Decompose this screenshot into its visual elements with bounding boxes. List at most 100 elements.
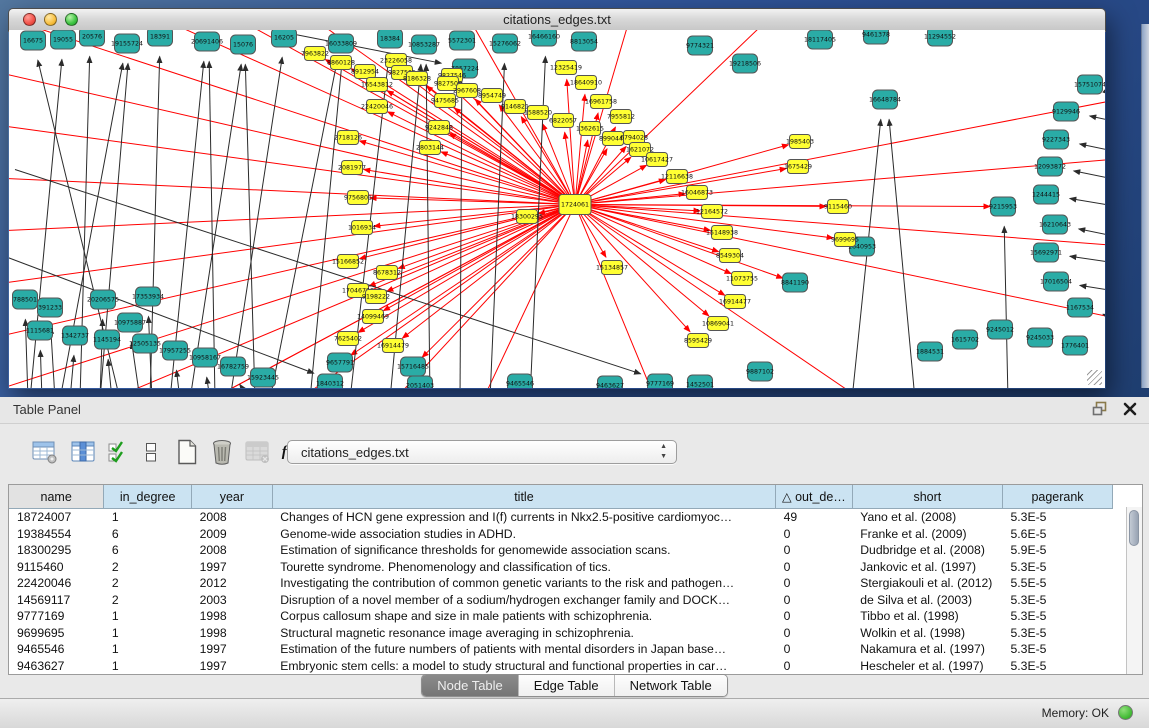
network-node-yellow[interactable]: 2718126 — [334, 131, 362, 145]
table-cell[interactable]: 0 — [776, 658, 853, 675]
network-node-teal[interactable]: 9215953 — [989, 197, 1017, 216]
table-cell[interactable]: 2 — [104, 592, 192, 609]
network-node-teal[interactable]: 15751074 — [1074, 75, 1105, 94]
network-node-yellow[interactable]: 7625402 — [334, 332, 362, 346]
network-node-yellow[interactable]: 6822057 — [549, 114, 577, 128]
table-cell[interactable]: 1 — [104, 625, 192, 642]
table-cell[interactable]: 1 — [104, 658, 192, 675]
network-node-yellow[interactable]: 12164572 — [696, 205, 728, 219]
network-node-teal[interactable]: 12505135 — [129, 334, 161, 353]
table-row[interactable]: 1830029562008Estimation of significance … — [9, 542, 1113, 559]
network-node-yellow[interactable]: 9198222 — [362, 290, 390, 304]
scrollbar-thumb[interactable] — [1129, 510, 1139, 546]
network-node-teal[interactable]: 20691406 — [191, 32, 223, 51]
network-node-yellow[interactable]: 9699695 — [831, 233, 859, 247]
network-node-teal[interactable]: 18117405 — [804, 30, 836, 49]
table-cell[interactable]: Nakamura et al. (1997) — [852, 641, 1002, 658]
table-row[interactable]: 946554611997Estimation of the future num… — [9, 641, 1113, 658]
column-header-pagerank[interactable]: pagerank — [1003, 485, 1113, 509]
network-node-teal[interactable]: 15716485 — [397, 357, 429, 376]
table-cell[interactable]: Jankovic et al. (1997) — [852, 559, 1002, 576]
network-node-teal[interactable]: 18391 — [148, 30, 173, 46]
select-columns-button[interactable] — [104, 438, 134, 466]
table-select[interactable]: citations_edges.txt ▲▼ — [287, 440, 677, 464]
network-node-yellow[interactable]: 9115460 — [824, 200, 852, 214]
table-cell[interactable]: 5.3E-5 — [1003, 608, 1113, 625]
table-cell[interactable]: 5.3E-5 — [1003, 641, 1113, 658]
table-cell[interactable]: de Silva et al. (2003) — [852, 592, 1002, 609]
table-cell[interactable]: 1997 — [192, 658, 273, 675]
network-node-teal[interactable]: 9465546 — [506, 374, 534, 388]
network-node-teal[interactable]: 1776401 — [1061, 336, 1089, 355]
network-node-teal[interactable]: 15692971 — [1030, 243, 1062, 262]
table-cell[interactable]: 1998 — [192, 625, 273, 642]
table-cell[interactable]: 2008 — [192, 509, 273, 526]
network-node-yellow[interactable]: 8678312 — [373, 266, 401, 280]
table-settings-button[interactable] — [30, 438, 60, 466]
column-header-year[interactable]: year — [192, 485, 273, 509]
table-cell[interactable]: Estimation of significance thresholds fo… — [272, 542, 775, 559]
network-node-teal[interactable]: 2051403 — [406, 376, 434, 388]
network-node-teal[interactable]: 17957255 — [159, 341, 191, 360]
network-node-yellow[interactable]: 12325419 — [550, 61, 582, 75]
table-cell[interactable]: 1997 — [192, 641, 273, 658]
network-node-yellow[interactable]: 2081977 — [338, 161, 366, 175]
table-cell[interactable]: 9463627 — [9, 658, 104, 675]
table-cell[interactable]: 5.3E-5 — [1003, 592, 1113, 609]
network-node-teal[interactable]: 5572301 — [448, 31, 476, 50]
network-node-yellow[interactable]: 15166852 — [332, 255, 364, 269]
table-cell[interactable]: 18300295 — [9, 542, 104, 559]
network-node-yellow[interactable]: 18640910 — [570, 76, 602, 90]
table-cell[interactable]: 2 — [104, 559, 192, 576]
table-row[interactable]: 1872400712008Changes of HCN gene express… — [9, 509, 1113, 526]
network-node-teal[interactable]: 15076 — [231, 35, 256, 54]
network-node-yellow[interactable]: 9242848 — [425, 121, 453, 135]
network-node-yellow[interactable]: 1588520 — [524, 106, 552, 120]
network-node-teal[interactable]: 17353934 — [132, 287, 164, 306]
tab-node-table[interactable]: Node Table — [422, 675, 518, 696]
network-node-teal[interactable]: 12093872 — [1034, 157, 1066, 176]
float-panel-icon[interactable] — [1092, 401, 1109, 416]
table-cell[interactable]: 0 — [776, 526, 853, 543]
table-cell[interactable]: Hescheler et al. (1997) — [852, 658, 1002, 675]
table-cell[interactable]: Tourette syndrome. Phenomenology and cla… — [272, 559, 775, 576]
network-node-yellow[interactable]: 7963822 — [301, 47, 329, 61]
table-cell[interactable]: Wolkin et al. (1998) — [852, 625, 1002, 642]
network-node-teal[interactable]: 17016504 — [1040, 272, 1072, 291]
memory-ok-indicator[interactable] — [1118, 705, 1133, 720]
row-height-button[interactable] — [136, 438, 166, 466]
column-header-in_degree[interactable]: in_degree — [104, 485, 192, 509]
table-cell[interactable]: 0 — [776, 575, 853, 592]
network-node-teal[interactable]: 11294552 — [924, 30, 956, 46]
table-cell[interactable]: 2 — [104, 575, 192, 592]
network-node-teal[interactable]: 9657791 — [326, 353, 354, 372]
network-node-yellow[interactable]: 10869041 — [702, 317, 734, 331]
table-cell[interactable]: Stergiakouli et al. (2012) — [852, 575, 1002, 592]
table-cell[interactable]: 0 — [776, 625, 853, 642]
table-cell[interactable]: Estimation of the future numbers of pati… — [272, 641, 775, 658]
table-cell[interactable]: 2003 — [192, 592, 273, 609]
table-cell[interactable]: Yano et al. (2008) — [852, 509, 1002, 526]
tab-network-table[interactable]: Network Table — [614, 675, 727, 696]
table-cell[interactable]: 2012 — [192, 575, 273, 592]
table-cell[interactable]: 14569117 — [9, 592, 104, 609]
table-cell[interactable]: 9777169 — [9, 608, 104, 625]
table-cell[interactable]: 5.3E-5 — [1003, 509, 1113, 526]
network-node-teal[interactable]: 391233 — [38, 298, 63, 317]
network-node-teal[interactable]: 15923445 — [247, 368, 279, 387]
network-node-teal[interactable]: 19218506 — [729, 54, 761, 73]
column-header-out_de[interactable]: △ out_de… — [776, 485, 853, 509]
network-node-teal[interactable]: 16210643 — [1039, 215, 1071, 234]
table-cell[interactable]: 1998 — [192, 608, 273, 625]
table-scrollbar[interactable] — [1126, 507, 1142, 674]
network-node-teal[interactable]: 19055 — [51, 30, 76, 49]
network-node-teal[interactable]: 16675 — [21, 31, 46, 50]
network-node-teal[interactable]: 9129946 — [1052, 102, 1080, 121]
table-cell[interactable]: Genome-wide association studies in ADHD. — [272, 526, 775, 543]
create-table-button[interactable] — [172, 438, 202, 466]
table-row[interactable]: 946362711997Embryonic stem cells: a mode… — [9, 658, 1113, 675]
table-cell[interactable]: 5.9E-5 — [1003, 542, 1113, 559]
table-cell[interactable]: Changes of HCN gene expression and I(f) … — [272, 509, 775, 526]
table-cell[interactable]: 9699695 — [9, 625, 104, 642]
table-row[interactable]: 2242004622012Investigating the contribut… — [9, 575, 1113, 592]
